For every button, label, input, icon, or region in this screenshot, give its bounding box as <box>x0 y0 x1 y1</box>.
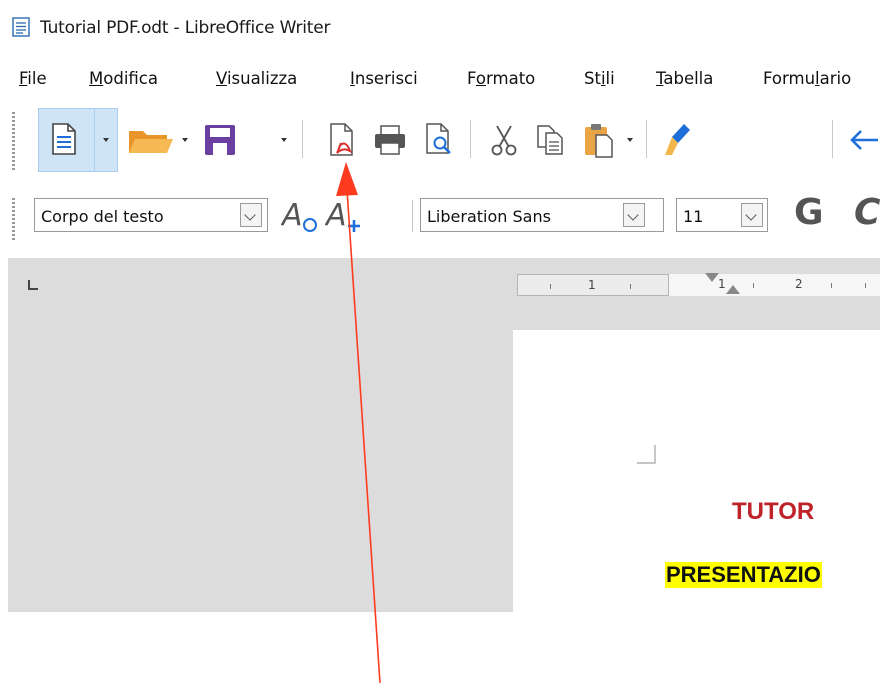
menu-formato[interactable]: Formato <box>467 69 535 88</box>
cut-icon[interactable] <box>484 120 524 160</box>
chevron-down-icon[interactable] <box>741 203 763 227</box>
toolbar-separator <box>832 120 833 158</box>
menu-bar: File Modifica Visualizza Inserisci Forma… <box>0 60 880 94</box>
formatting-toolbar: Corpo del testo A A Liberation Sans 11 G <box>0 192 880 246</box>
save-dropdown-icon[interactable] <box>281 138 287 142</box>
menu-tabella[interactable]: Tabella <box>656 69 713 88</box>
font-name-value: Liberation Sans <box>427 207 551 226</box>
ruler-number: 2 <box>795 277 803 291</box>
document-title: TUTOR <box>732 498 815 525</box>
menu-file[interactable]: File <box>19 69 47 88</box>
update-style-icon[interactable]: A <box>280 196 320 236</box>
menu-visualizza[interactable]: Visualizza <box>216 69 297 88</box>
open-folder-icon[interactable] <box>125 122 177 158</box>
writer-document-icon <box>12 17 30 42</box>
export-pdf-icon[interactable] <box>322 118 362 164</box>
document-page[interactable]: TUTOR PRESENTAZIO <box>513 330 880 612</box>
print-preview-icon[interactable] <box>418 118 460 162</box>
new-button-split <box>94 108 95 172</box>
title-bar: Tutorial PDF.odt - LibreOffice Writer <box>0 0 880 54</box>
ruler-number: 1 <box>718 277 726 291</box>
menu-stili[interactable]: Stili <box>584 69 615 88</box>
menu-formulario[interactable]: Formulario <box>763 69 851 88</box>
svg-text:A: A <box>281 199 303 233</box>
font-size-value: 11 <box>683 207 704 226</box>
new-document-icon[interactable] <box>44 119 84 159</box>
paste-dropdown-icon[interactable] <box>627 138 633 142</box>
first-line-indent-marker[interactable] <box>705 273 719 282</box>
open-dropdown-icon[interactable] <box>182 138 188 142</box>
toolbar-separator <box>470 120 471 158</box>
document-subtitle: PRESENTAZIO <box>665 562 822 588</box>
document-workspace: 1 1 2 TUTOR PRESENTAZIO <box>8 258 880 612</box>
new-dropdown-icon[interactable] <box>103 138 109 142</box>
chevron-down-icon[interactable] <box>240 203 262 227</box>
left-indent-marker[interactable] <box>726 285 740 294</box>
ruler-number: 1 <box>588 278 596 292</box>
chevron-down-icon[interactable] <box>623 203 645 227</box>
menu-inserisci[interactable]: Inserisci <box>350 69 418 88</box>
undo-icon[interactable] <box>846 122 880 158</box>
window-title: Tutorial PDF.odt - LibreOffice Writer <box>40 18 331 38</box>
toolbar-separator <box>412 200 413 232</box>
font-name-combo[interactable]: Liberation Sans <box>420 198 664 232</box>
print-icon[interactable] <box>368 120 412 160</box>
italic-button[interactable]: C <box>854 192 880 233</box>
menu-modifica[interactable]: Modifica <box>89 69 158 88</box>
paste-icon[interactable] <box>578 118 620 162</box>
svg-text:A: A <box>325 199 347 233</box>
new-style-icon[interactable]: A <box>324 196 364 236</box>
text-boundary-corner <box>636 444 656 469</box>
copy-icon[interactable] <box>530 120 570 160</box>
ruler-margin: 1 <box>517 274 669 296</box>
tab-stop-selector[interactable] <box>28 280 38 290</box>
bold-button[interactable]: G <box>794 192 824 233</box>
horizontal-ruler[interactable]: 1 1 2 <box>517 273 880 296</box>
paragraph-style-value: Corpo del testo <box>41 207 164 226</box>
toolbar-separator <box>646 120 647 158</box>
toolbar-grip[interactable] <box>12 112 15 170</box>
font-size-combo[interactable]: 11 <box>676 198 768 232</box>
clone-formatting-icon[interactable] <box>658 118 698 162</box>
app-window: Tutorial PDF.odt - LibreOffice Writer Fi… <box>0 0 880 612</box>
toolbar-separator <box>302 120 303 158</box>
save-icon[interactable] <box>200 120 240 160</box>
paragraph-style-combo[interactable]: Corpo del testo <box>34 198 268 232</box>
